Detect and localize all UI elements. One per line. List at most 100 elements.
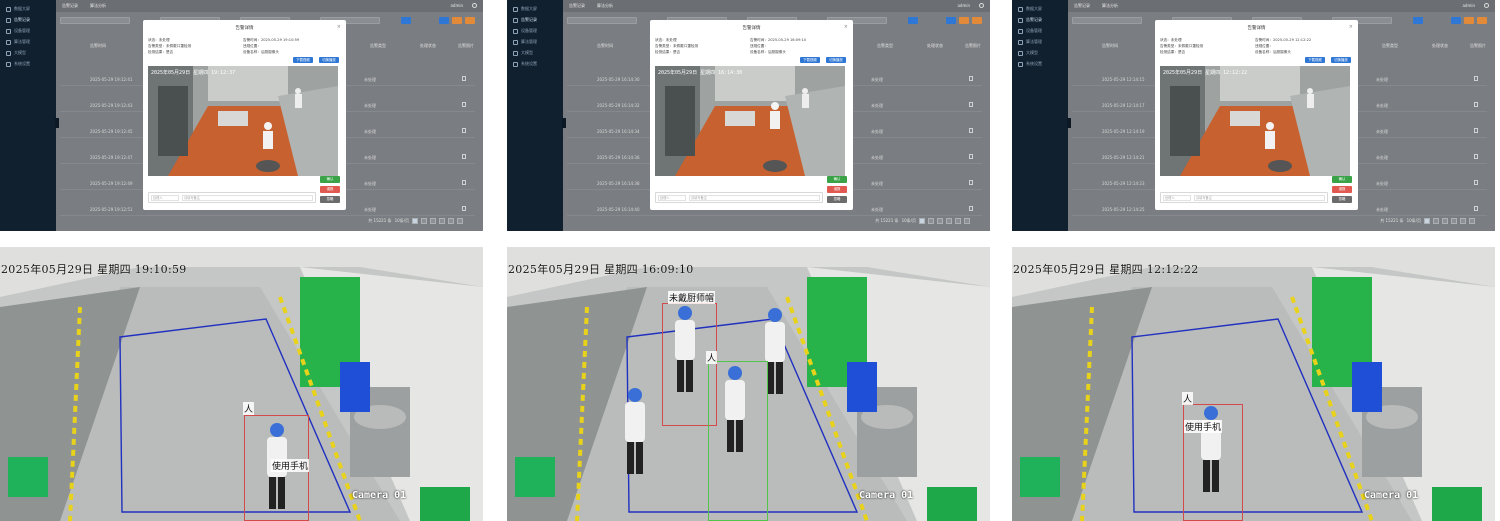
false-alarm-button[interactable]: 误报 xyxy=(827,186,847,193)
sidebar-item[interactable]: 算法管理 xyxy=(513,39,537,45)
bell-icon[interactable] xyxy=(979,3,984,8)
page-button[interactable] xyxy=(937,218,943,224)
trash-icon[interactable] xyxy=(462,128,466,133)
trash-icon[interactable] xyxy=(462,154,466,159)
close-icon[interactable]: × xyxy=(337,24,341,30)
batch-button[interactable] xyxy=(959,17,969,24)
page-button[interactable] xyxy=(1451,218,1457,224)
tab[interactable]: 告警记录 xyxy=(569,3,585,9)
page-button[interactable] xyxy=(946,218,952,224)
search-button[interactable] xyxy=(401,17,411,24)
page-button[interactable] xyxy=(430,218,436,224)
page-button[interactable] xyxy=(928,218,934,224)
page-button[interactable] xyxy=(457,218,463,224)
trash-icon[interactable] xyxy=(1474,154,1478,159)
handler-input[interactable]: 处理人 xyxy=(658,195,686,201)
tab[interactable]: 告警记录 xyxy=(1074,3,1090,9)
false-alarm-button[interactable]: 误报 xyxy=(1332,186,1352,193)
column-header[interactable]: 告警类型 xyxy=(1382,43,1398,49)
column-header[interactable]: 告警时间 xyxy=(90,43,106,49)
search-button[interactable] xyxy=(908,17,918,24)
alarm-photo[interactable]: 2025年05月29日 星期四 16:14:30 xyxy=(655,66,845,176)
sidebar-item[interactable]: 大模型 xyxy=(1018,50,1038,56)
trash-icon[interactable] xyxy=(462,206,466,211)
tab[interactable]: 算法分析 xyxy=(90,3,106,9)
page-button[interactable] xyxy=(421,218,427,224)
filter-input[interactable] xyxy=(1072,17,1142,24)
page-button[interactable] xyxy=(919,218,925,224)
trash-icon[interactable] xyxy=(1474,128,1478,133)
remark-input[interactable]: 请填写备注 xyxy=(1194,195,1325,201)
page-button[interactable] xyxy=(1469,218,1475,224)
user-name[interactable]: admin xyxy=(1462,3,1475,8)
page-button[interactable] xyxy=(1460,218,1466,224)
export-button[interactable] xyxy=(439,17,449,24)
sidebar-item[interactable]: 设备管理 xyxy=(1018,28,1042,34)
close-icon[interactable]: × xyxy=(844,24,848,30)
trash-icon[interactable] xyxy=(969,180,973,185)
sidebar-item[interactable]: 数据大屏 xyxy=(513,6,537,12)
filter-input[interactable] xyxy=(60,17,130,24)
page-button[interactable] xyxy=(412,218,418,224)
false-alarm-button[interactable]: 误报 xyxy=(320,186,340,193)
trash-icon[interactable] xyxy=(1474,180,1478,185)
download-video-button[interactable]: 下载视频 xyxy=(800,57,820,63)
trash-icon[interactable] xyxy=(1474,102,1478,107)
sidebar-item[interactable]: 设备管理 xyxy=(513,28,537,34)
column-header[interactable]: 告警照片 xyxy=(1470,43,1486,49)
trash-icon[interactable] xyxy=(969,206,973,211)
page-button[interactable] xyxy=(448,218,454,224)
page-button[interactable] xyxy=(1424,218,1430,224)
batch-button[interactable] xyxy=(1464,17,1474,24)
column-header[interactable]: 告警时间 xyxy=(1102,43,1118,49)
switch-play-button[interactable]: 切换播放 xyxy=(826,57,846,63)
trash-icon[interactable] xyxy=(1474,206,1478,211)
batch-button[interactable] xyxy=(452,17,462,24)
delete-button[interactable] xyxy=(1477,17,1487,24)
sidebar-item[interactable]: 系统设置 xyxy=(513,61,537,67)
switch-play-button[interactable]: 切换播放 xyxy=(319,57,339,63)
page-button[interactable] xyxy=(1442,218,1448,224)
sidebar-item[interactable]: 算法管理 xyxy=(6,39,30,45)
camera-snapshot[interactable]: 2025年05月29日 星期四 19:10:59 Camera 01 人使用手机 xyxy=(0,247,483,521)
sidebar-item[interactable]: 数据大屏 xyxy=(6,6,30,12)
page-button[interactable] xyxy=(439,218,445,224)
bell-icon[interactable] xyxy=(1484,3,1489,8)
tab[interactable]: 算法分析 xyxy=(1102,3,1118,9)
page-button[interactable] xyxy=(1433,218,1439,224)
page-button[interactable] xyxy=(964,218,970,224)
download-video-button[interactable]: 下载视频 xyxy=(293,57,313,63)
trash-icon[interactable] xyxy=(462,76,466,81)
download-video-button[interactable]: 下载视频 xyxy=(1305,57,1325,63)
tab[interactable]: 告警记录 xyxy=(62,3,78,9)
page-button[interactable] xyxy=(955,218,961,224)
search-button[interactable] xyxy=(1413,17,1423,24)
sidebar-item[interactable]: 系统设置 xyxy=(1018,61,1042,67)
export-button[interactable] xyxy=(946,17,956,24)
user-name[interactable]: admin xyxy=(450,3,463,8)
column-header[interactable]: 处理状态 xyxy=(927,43,943,49)
sidebar-item[interactable]: 告警记录 xyxy=(513,17,537,23)
bell-icon[interactable] xyxy=(472,3,477,8)
remark-input[interactable]: 请填写备注 xyxy=(182,195,313,201)
handler-input[interactable]: 处理人 xyxy=(1163,195,1191,201)
alarm-photo[interactable]: 2025年05月29日 星期四 12:12:22 xyxy=(1160,66,1350,176)
column-header[interactable]: 告警时间 xyxy=(597,43,613,49)
column-header[interactable]: 告警照片 xyxy=(965,43,981,49)
trash-icon[interactable] xyxy=(1474,76,1478,81)
sidebar-item[interactable]: 告警记录 xyxy=(1018,17,1042,23)
switch-play-button[interactable]: 切换播放 xyxy=(1331,57,1351,63)
sidebar-collapse-handle[interactable] xyxy=(55,118,59,128)
handler-input[interactable]: 处理人 xyxy=(151,195,179,201)
camera-snapshot[interactable]: 2025年05月29日 星期四 16:09:10 Camera 01 未戴厨师帽人 xyxy=(507,247,990,521)
trash-icon[interactable] xyxy=(969,102,973,107)
close-icon[interactable]: × xyxy=(1349,24,1353,30)
camera-snapshot[interactable]: 2025年05月29日 星期四 12:12:22 Camera 01 人使用手机 xyxy=(1012,247,1495,521)
confirm-button[interactable]: 确认 xyxy=(320,176,340,183)
sidebar-item[interactable]: 数据大屏 xyxy=(1018,6,1042,12)
sidebar-collapse-handle[interactable] xyxy=(562,118,566,128)
filter-input[interactable] xyxy=(567,17,637,24)
trash-icon[interactable] xyxy=(462,180,466,185)
column-header[interactable]: 告警类型 xyxy=(877,43,893,49)
delete-button[interactable] xyxy=(465,17,475,24)
